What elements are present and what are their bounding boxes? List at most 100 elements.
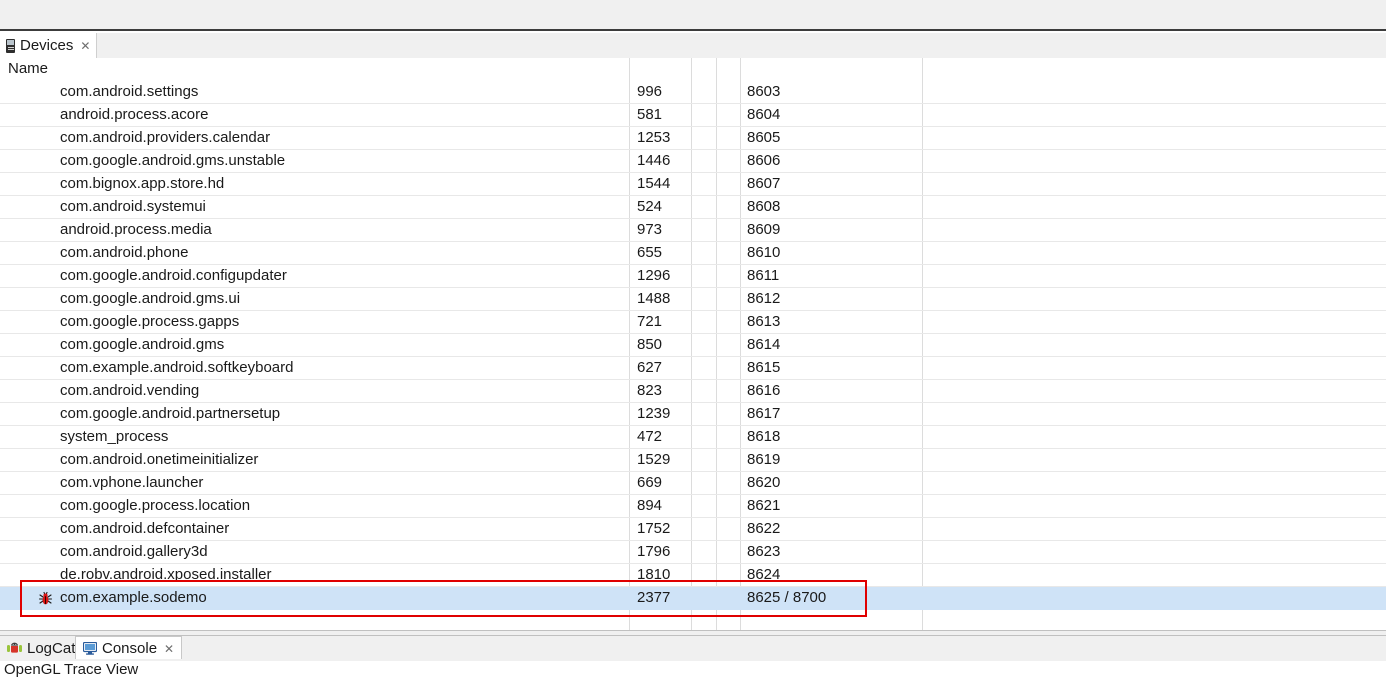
cell-debug-port: 8614 [747,336,781,353]
cell-process-name: system_process [60,428,169,445]
table-row[interactable]: com.google.android.configupdater 1296 8611 [0,265,1386,288]
cell-process-name: com.android.vending [60,382,200,399]
cell-pid: 1796 [637,543,671,560]
cell-debug-port: 8623 [747,543,781,560]
android-icon [7,642,22,655]
tab-devices[interactable]: Devices ✕ [0,33,97,58]
cell-pid: 627 [637,359,663,376]
cell-debug-port: 8608 [747,198,781,215]
cell-debug-port: 8603 [747,83,781,100]
tab-console[interactable]: Console ✕ [75,636,183,660]
table-row[interactable]: com.android.gallery3d 1796 8623 [0,541,1386,564]
table-row[interactable]: com.bignox.app.store.hd 1544 8607 [0,173,1386,196]
main-toolbar [0,0,1386,31]
cell-process-name: android.process.acore [60,106,209,123]
cell-process-name: com.vphone.launcher [60,474,204,491]
cell-process-name: com.google.android.partnersetup [60,405,281,422]
cell-pid: 1752 [637,520,671,537]
cell-debug-port: 8621 [747,497,781,514]
cell-process-name: com.android.settings [60,83,199,100]
cell-debug-port: 8617 [747,405,781,422]
devices-process-table[interactable]: Name com.android.settings 996 8603 android.… [0,58,1386,630]
cell-pid: 1488 [637,290,671,307]
table-row[interactable]: com.android.defcontainer 1752 8622 [0,518,1386,541]
cell-process-name: com.google.process.gapps [60,313,240,330]
cell-debug-port: 8616 [747,382,781,399]
cell-process-name: com.android.providers.calendar [60,129,271,146]
cell-pid: 2377 [637,589,671,606]
cell-pid: 973 [637,221,663,238]
cell-pid: 1253 [637,129,671,146]
cell-debug-port: 8618 [747,428,781,445]
cell-pid: 823 [637,382,663,399]
cell-pid: 894 [637,497,663,514]
table-row[interactable]: system_process 472 8618 [0,426,1386,449]
cell-pid: 669 [637,474,663,491]
table-row[interactable]: com.android.settings 996 8603 [0,81,1386,104]
cell-debug-port: 8624 [747,566,781,583]
cell-process-name: de.robv.android.xposed.installer [60,566,272,583]
cell-pid: 1296 [637,267,671,284]
cell-process-name: com.google.android.gms.ui [60,290,241,307]
table-row[interactable]: com.android.phone 655 8610 [0,242,1386,265]
cell-pid: 1446 [637,152,671,169]
cell-process-name: com.android.defcontainer [60,520,230,537]
cell-pid: 1544 [637,175,671,192]
table-row[interactable]: com.example.sodemo 2377 8625 / 8700 [0,587,1386,610]
cell-process-name: com.google.android.gms [60,336,225,353]
table-row[interactable]: com.google.process.location 894 8621 [0,495,1386,518]
table-row[interactable]: com.vphone.launcher 669 8620 [0,472,1386,495]
tab-logcat[interactable]: LogCat [0,636,82,660]
table-row[interactable]: com.android.providers.calendar 1253 8605 [0,127,1386,150]
table-row[interactable]: android.process.media 973 8609 [0,219,1386,242]
devices-view-tabbar: Devices ✕ [0,33,1386,59]
table-row[interactable]: com.android.vending 823 8616 [0,380,1386,403]
table-row[interactable]: com.android.onetimeinitializer 1529 8619 [0,449,1386,472]
cell-debug-port: 8613 [747,313,781,330]
cell-pid: 524 [637,198,663,215]
cell-pid: 472 [637,428,663,445]
cell-process-name: com.google.process.location [60,497,251,514]
table-row[interactable]: com.google.android.gms.unstable 1446 8606 [0,150,1386,173]
table-row[interactable]: com.google.android.gms.ui 1488 8612 [0,288,1386,311]
cell-process-name: com.google.android.configupdater [60,267,287,284]
cell-process-name: com.google.android.gms.unstable [60,152,286,169]
bug-icon [38,591,53,606]
cell-debug-port: 8609 [747,221,781,238]
phone-icon [6,38,15,53]
table-row[interactable]: com.google.android.gms 850 8614 [0,334,1386,357]
cell-pid: 1529 [637,451,671,468]
table-header-row[interactable]: Name [0,58,1386,81]
cell-debug-port: 8610 [747,244,781,261]
table-row[interactable]: com.example.android.softkeyboard 627 8615 [0,357,1386,380]
cell-pid: 1810 [637,566,671,583]
tab-devices-label: Devices [20,37,74,54]
table-row[interactable]: de.robv.android.xposed.installer 1810 8624 [0,564,1386,587]
table-row[interactable]: com.google.process.gapps 721 8613 [0,311,1386,334]
tabbar-filler [97,33,1386,59]
bottom-overflow-label[interactable]: OpenGL Trace View [4,661,138,678]
table-row[interactable]: com.google.android.partnersetup 1239 8617 [0,403,1386,426]
cell-debug-port: 8612 [747,290,781,307]
cell-debug-port: 8619 [747,451,781,468]
cell-pid: 581 [637,106,663,123]
cell-debug-port: 8607 [747,175,781,192]
cell-debug-port: 8615 [747,359,781,376]
cell-process-name: com.android.systemui [60,198,206,215]
table-row[interactable]: com.android.systemui 524 8608 [0,196,1386,219]
close-icon[interactable]: ✕ [164,643,174,655]
tab-logcat-label: LogCat [27,639,76,657]
bottom-overflow-area [0,661,1386,672]
cell-debug-port: 8622 [747,520,781,537]
table-row[interactable]: android.process.acore 581 8604 [0,104,1386,127]
cell-pid: 655 [637,244,663,261]
close-icon[interactable]: ✕ [80,40,90,52]
cell-pid: 850 [637,336,663,353]
cell-pid: 721 [637,313,663,330]
column-header-name[interactable]: Name [8,60,48,77]
cell-debug-port: 8605 [747,129,781,146]
cell-debug-port: 8606 [747,152,781,169]
cell-process-name: com.bignox.app.store.hd [60,175,225,192]
cell-debug-port: 8611 [747,267,780,284]
cell-pid: 1239 [637,405,671,422]
